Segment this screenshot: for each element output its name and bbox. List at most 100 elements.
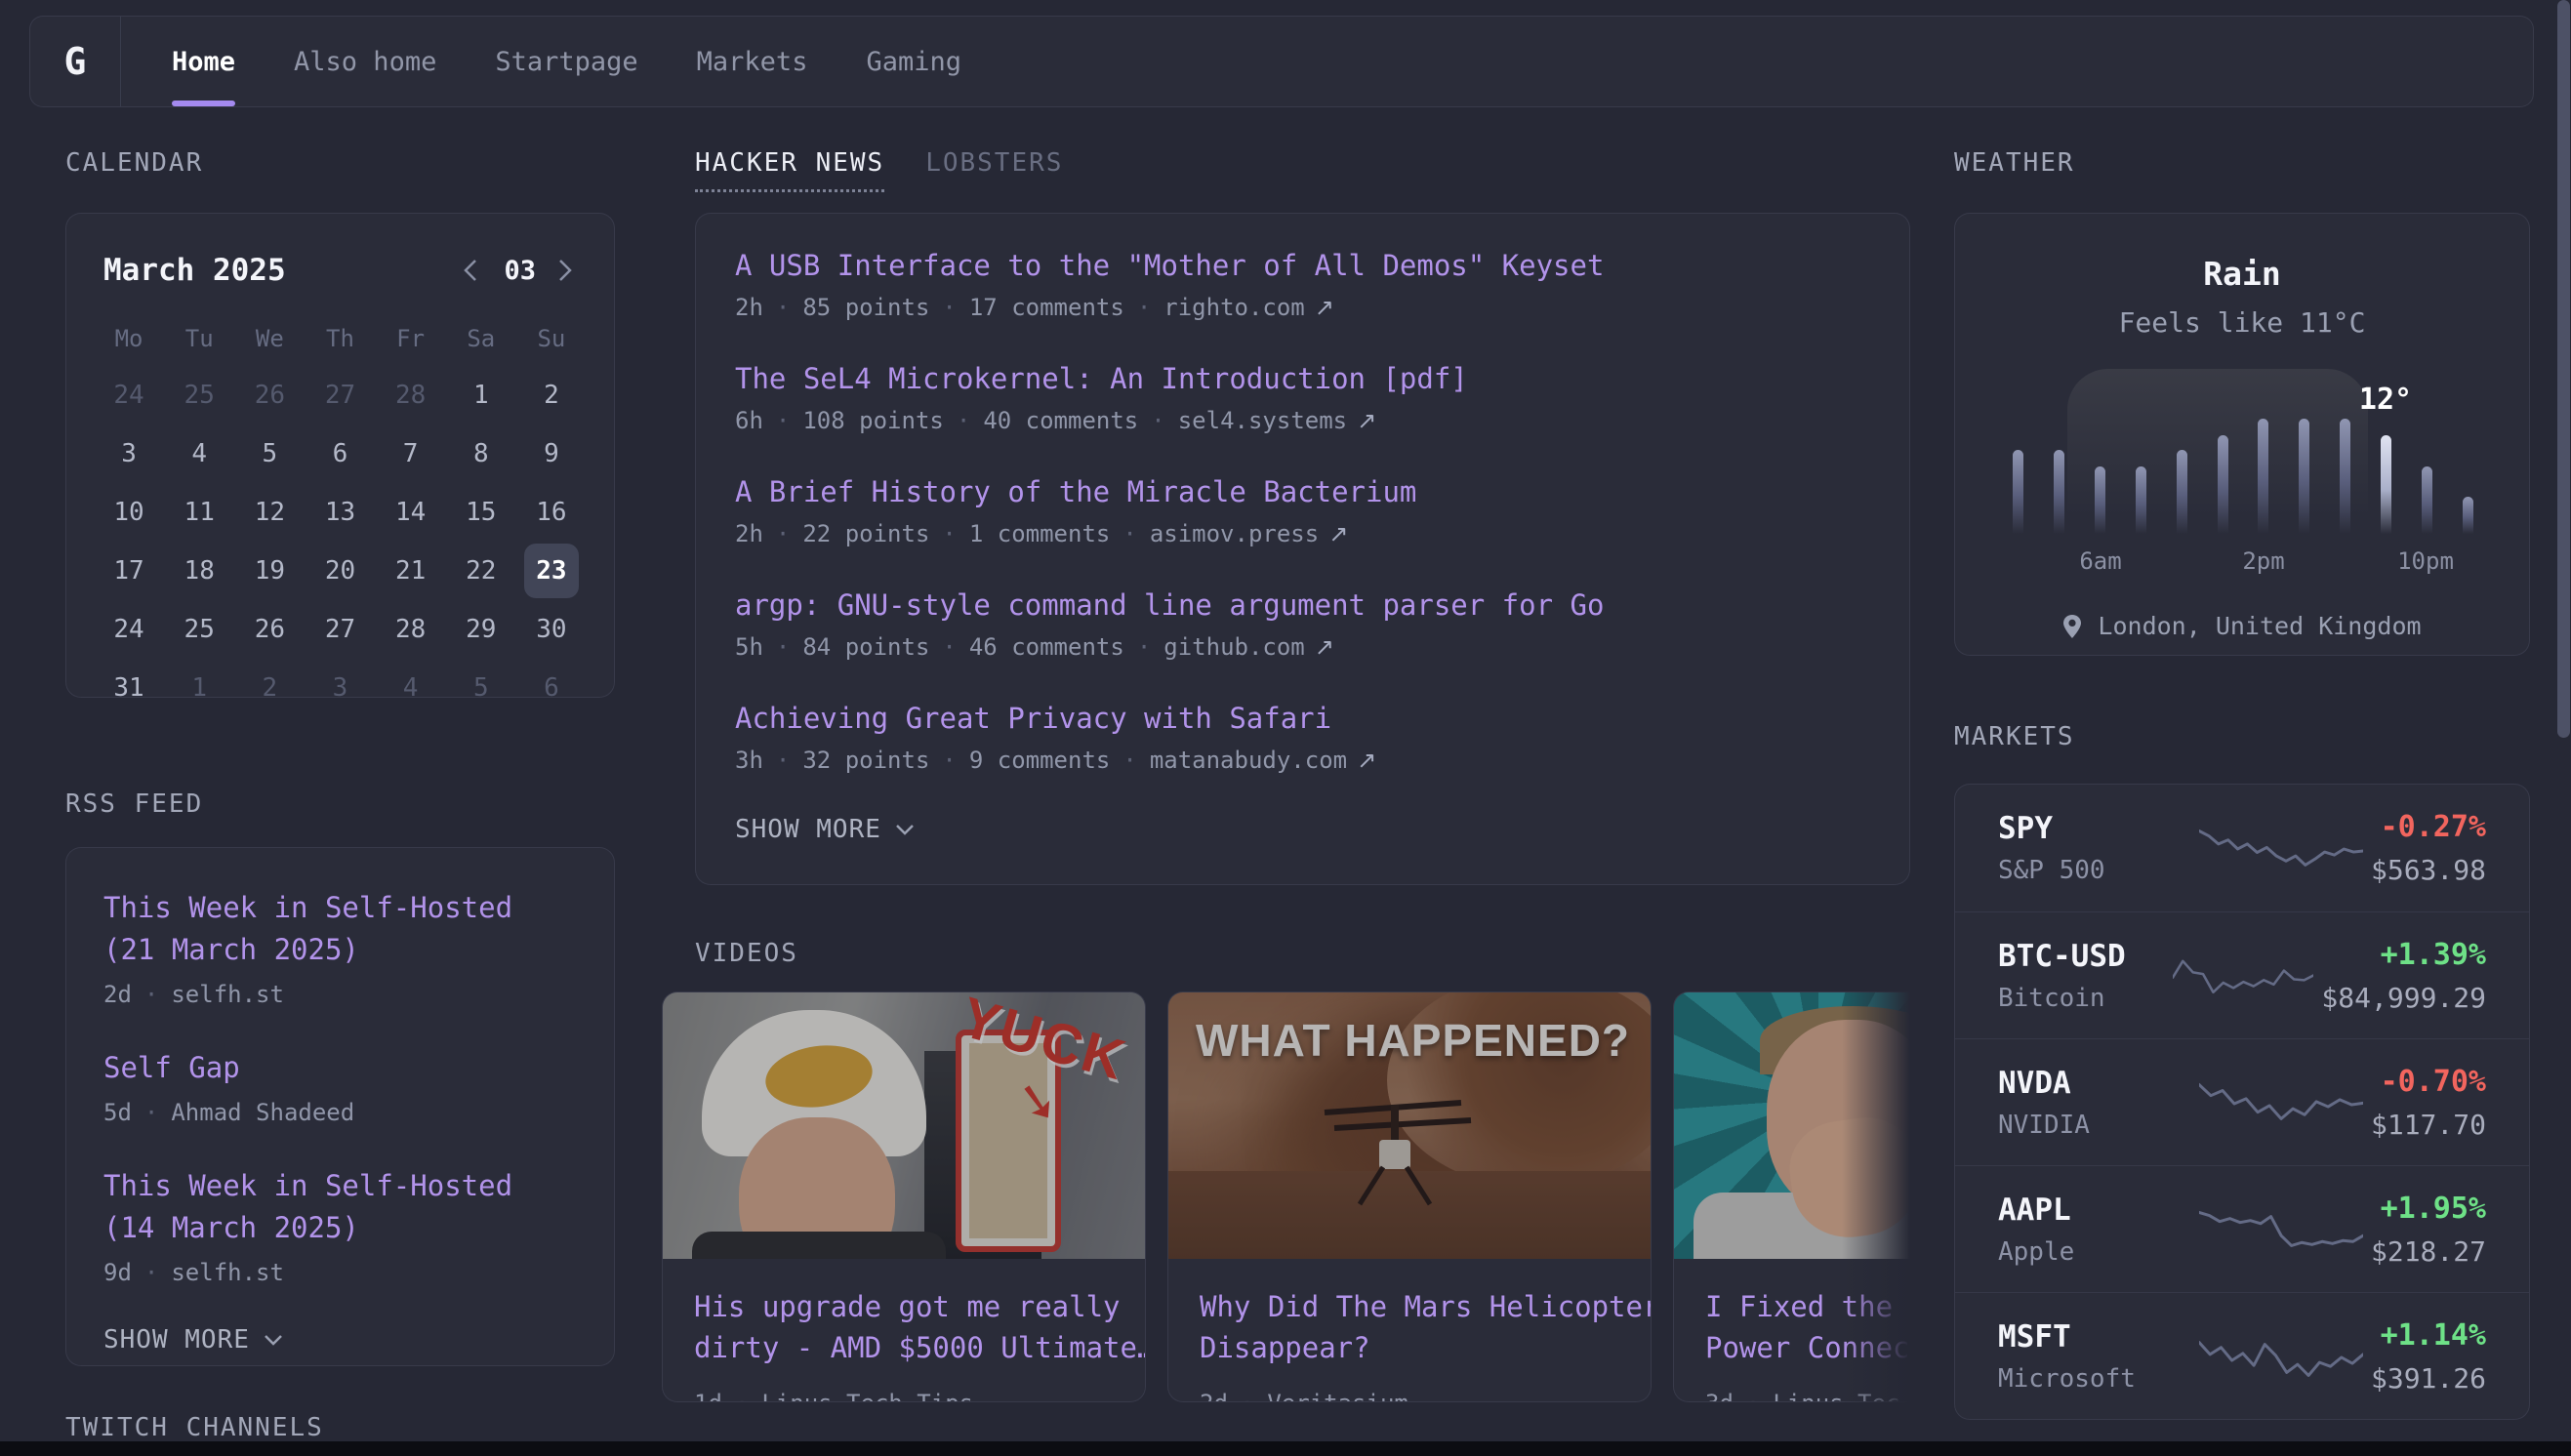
rss-item-meta: 9d selfh.st — [103, 1259, 577, 1286]
calendar-day: 27 — [305, 602, 375, 657]
calendar-day: 17 — [94, 544, 164, 598]
video-meta: 2d Veritasium — [1200, 1390, 1619, 1402]
sparkline-chart — [2199, 1073, 2363, 1132]
news-item-link[interactable]: A USB Interface to the "Mother of All De… — [735, 249, 1870, 282]
calendar-section-title: CALENDAR — [65, 148, 203, 178]
news-item: A USB Interface to the "Mother of All De… — [735, 249, 1870, 321]
news-item-link[interactable]: argp: GNU-style command line argument pa… — [735, 588, 1870, 622]
calendar-day: 2 — [234, 661, 305, 698]
calendar-day: 16 — [516, 485, 587, 540]
weekday-label: Th — [305, 313, 375, 364]
market-price: $84,999.29 — [2321, 982, 2486, 1014]
news-show-more-button[interactable]: SHOW MORE — [735, 815, 1870, 844]
sparkline-chart — [2199, 1200, 2363, 1259]
market-price: $391.26 — [2371, 1362, 2486, 1395]
weather-bar — [2218, 435, 2228, 534]
market-change: +1.14% — [2371, 1318, 2486, 1353]
news-domain-link[interactable]: asimov.press↗ — [1122, 520, 1348, 547]
rss-item-link[interactable]: This Week in Self-Hosted (14 March 2025) — [103, 1165, 577, 1249]
calendar-day: 28 — [376, 602, 446, 657]
news-item: A Brief History of the Miracle Bacterium… — [735, 475, 1870, 547]
tab-home[interactable]: Home — [172, 17, 235, 106]
video-title[interactable]: His upgrade got me really dirty - AMD $5… — [694, 1286, 1114, 1368]
calendar-day: 5 — [446, 661, 516, 698]
tab-markets[interactable]: Markets — [697, 17, 808, 106]
weather-card: Rain Feels like 11°C 12° 6am 2pm 10pm Lo… — [1954, 213, 2530, 656]
rss-item: This Week in Self-Hosted (21 March 2025)… — [103, 887, 577, 1008]
weather-bar — [2340, 419, 2350, 534]
market-ticker: MSFT — [1998, 1319, 2191, 1355]
calendar-day: 5 — [234, 426, 305, 481]
market-ticker: NVDA — [1998, 1066, 2191, 1101]
hacker-news-card: A USB Interface to the "Mother of All De… — [695, 213, 1910, 885]
external-link-icon: ↗ — [1315, 294, 1334, 321]
market-row[interactable]: SPY S&P 500 -0.27% $563.98 — [1955, 785, 2529, 911]
weekday-label: Tu — [164, 313, 234, 364]
market-row[interactable]: MSFT Microsoft +1.14% $391.26 — [1955, 1292, 2529, 1419]
news-domain-link[interactable]: matanabudy.com↗ — [1122, 747, 1376, 774]
calendar-day: 29 — [446, 602, 516, 657]
rss-item: Self Gap 5d Ahmad Shadeed — [103, 1047, 577, 1126]
news-item-link[interactable]: The SeL4 Microkernel: An Introduction [p… — [735, 362, 1870, 395]
news-domain-link[interactable]: github.com↗ — [1137, 633, 1334, 661]
weekday-label: Fr — [376, 313, 446, 364]
calendar-day: 20 — [305, 544, 375, 598]
external-link-icon: ↗ — [1357, 407, 1376, 434]
tab-gaming[interactable]: Gaming — [866, 17, 961, 106]
weather-bar — [2054, 450, 2064, 534]
calendar-day: 22 — [446, 544, 516, 598]
calendar-day: 30 — [516, 602, 587, 657]
calendar-prev-icon[interactable] — [463, 258, 482, 283]
market-row[interactable]: NVDA NVIDIA -0.70% $117.70 — [1955, 1038, 2529, 1165]
tab-hacker-news[interactable]: HACKER NEWS — [695, 148, 884, 192]
sparkline-chart — [2173, 947, 2314, 1005]
news-domain-link[interactable]: sel4.systems↗ — [1151, 407, 1376, 434]
rss-item-link[interactable]: This Week in Self-Hosted (21 March 2025) — [103, 887, 577, 971]
news-item-link[interactable]: A Brief History of the Miracle Bacterium — [735, 475, 1870, 508]
external-link-icon: ↗ — [1357, 747, 1376, 774]
tab-lobsters[interactable]: LOBSTERS — [925, 148, 1063, 192]
weather-bar — [2013, 450, 2023, 534]
video-card[interactable]: YUCK ➘ His upgrade got me really dirty -… — [662, 991, 1146, 1402]
weather-bar — [2136, 466, 2146, 534]
calendar-next-icon[interactable] — [557, 258, 577, 283]
tab-also-home[interactable]: Also home — [294, 17, 436, 106]
weather-bar — [2463, 497, 2473, 534]
market-row[interactable]: AAPL Apple +1.95% $218.27 — [1955, 1165, 2529, 1292]
calendar-day: 9 — [516, 426, 587, 481]
calendar-day: 24 — [94, 368, 164, 423]
market-name: Microsoft — [1998, 1364, 2191, 1394]
rss-item-link[interactable]: Self Gap — [103, 1047, 577, 1089]
calendar-day: 11 — [164, 485, 234, 540]
market-name: S&P 500 — [1998, 856, 2191, 885]
rss-show-more-button[interactable]: SHOW MORE — [103, 1325, 577, 1355]
hour-label: 10pm — [2397, 547, 2454, 575]
calendar-grid: MoTuWeThFrSaSu24252627281234567891011121… — [94, 313, 587, 698]
sparkline-chart — [2199, 1327, 2363, 1386]
news-tabs: HACKER NEWS LOBSTERS — [695, 148, 1063, 192]
news-domain-link[interactable]: righto.com↗ — [1137, 294, 1334, 321]
market-price: $117.70 — [2371, 1109, 2486, 1141]
calendar-month-number: 03 — [504, 256, 536, 286]
market-name: NVIDIA — [1998, 1111, 2191, 1140]
top-nav: G Home Also home Startpage Markets Gamin… — [29, 16, 2534, 107]
dashboard-page: G Home Also home Startpage Markets Gamin… — [0, 0, 2571, 1456]
calendar-day: 10 — [94, 485, 164, 540]
chevron-down-icon — [264, 1334, 283, 1346]
rss-item-meta: 2d selfh.st — [103, 981, 577, 1008]
news-item: Achieving Great Privacy with Safari 3h 3… — [735, 702, 1870, 774]
video-card[interactable]: WHAT HAPPENED? Why Did The Mars Helicopt… — [1167, 991, 1652, 1402]
twitch-section-title: TWITCH CHANNELS — [65, 1413, 324, 1442]
calendar-day: 14 — [376, 485, 446, 540]
face-graphic — [739, 1117, 895, 1259]
hour-label: 2pm — [2242, 547, 2284, 575]
scrollbar-thumb[interactable] — [2557, 0, 2570, 738]
news-item-link[interactable]: Achieving Great Privacy with Safari — [735, 702, 1870, 735]
calendar-day: 4 — [376, 661, 446, 698]
market-row[interactable]: BTC-USD Bitcoin +1.39% $84,999.29 — [1955, 911, 2529, 1038]
video-title[interactable]: Why Did The Mars Helicopter Disappear? — [1200, 1286, 1619, 1368]
tab-startpage[interactable]: Startpage — [495, 17, 637, 106]
geek-squad-badge-graphic — [761, 1039, 877, 1114]
videos-row: YUCK ➘ His upgrade got me really dirty -… — [662, 991, 1910, 1402]
markets-section-title: MARKETS — [1954, 722, 2075, 751]
